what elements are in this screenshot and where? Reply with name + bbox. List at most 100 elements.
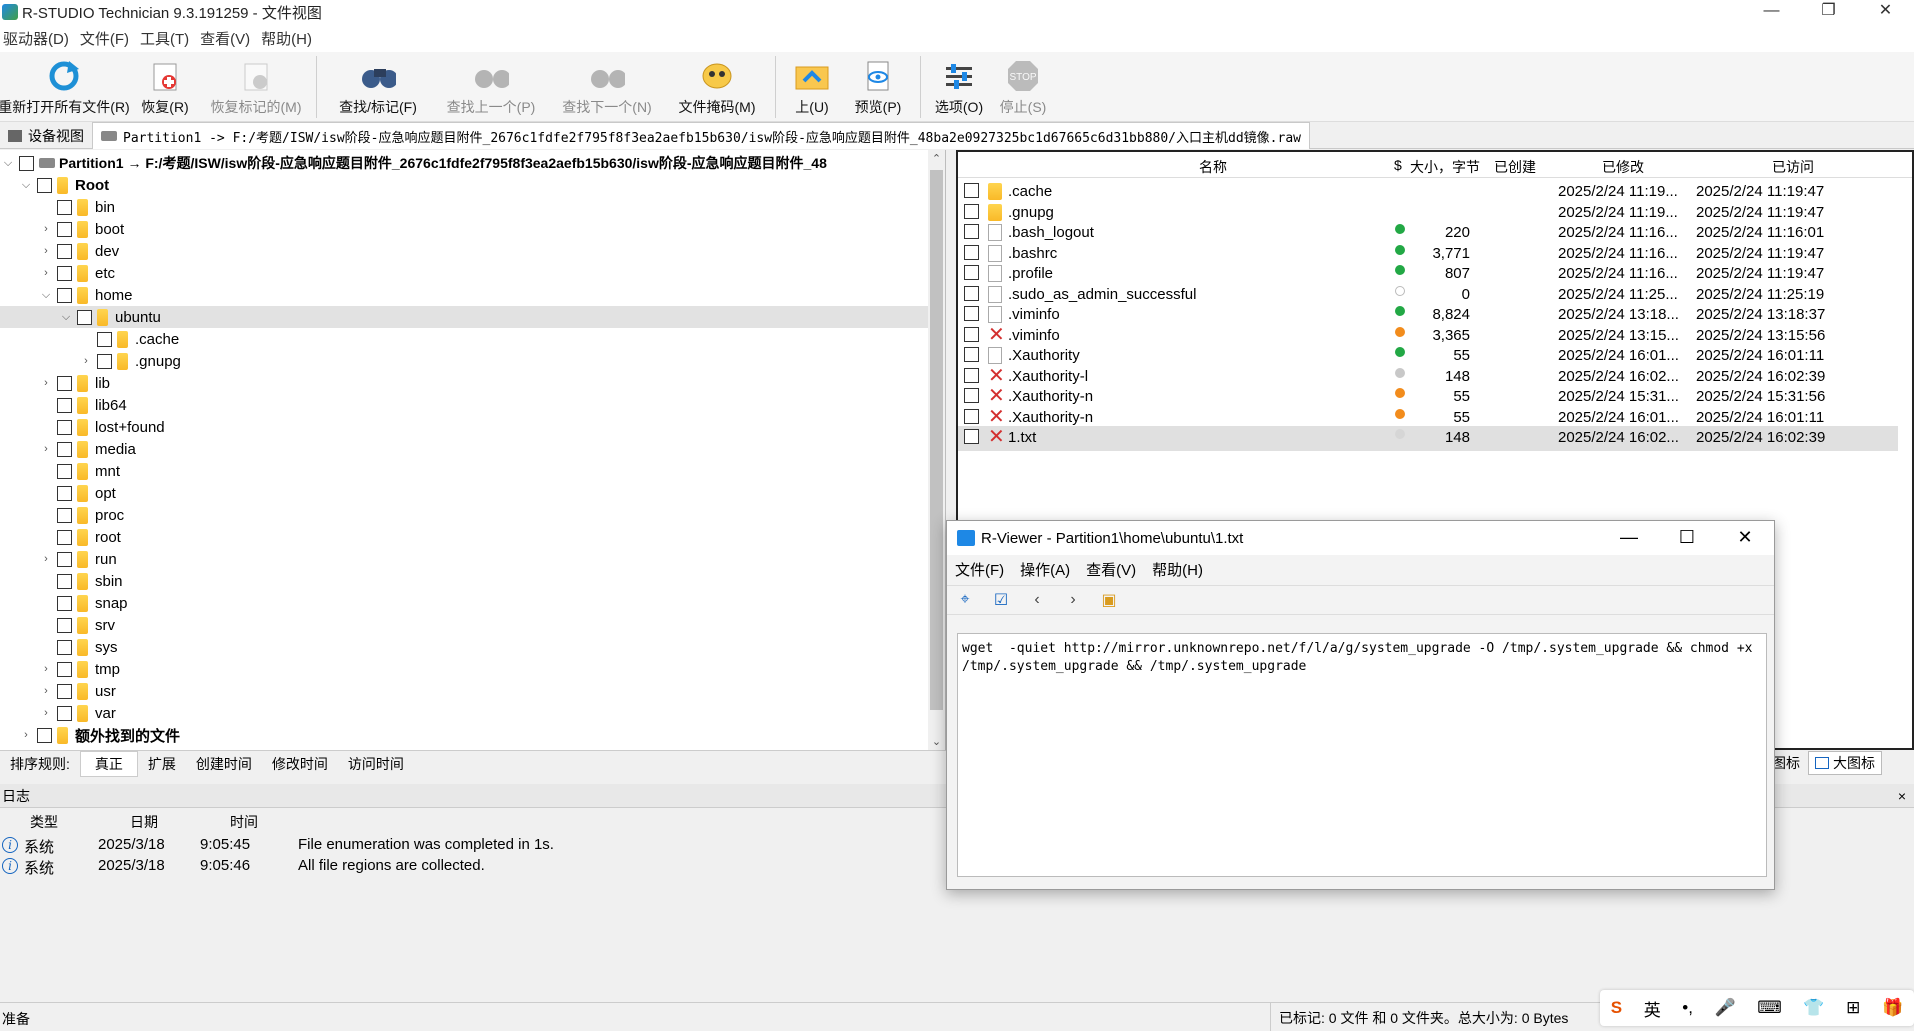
expand-icon[interactable]: › bbox=[38, 377, 54, 389]
tree-item-gnupg[interactable]: › .gnupg bbox=[0, 350, 928, 372]
checkbox[interactable] bbox=[964, 224, 979, 239]
tree-item-var[interactable]: › var bbox=[0, 702, 928, 724]
file-mask-button[interactable]: 文件掩码(M) bbox=[665, 52, 769, 122]
tree-item-mnt[interactable]: mnt bbox=[0, 460, 928, 482]
checkbox[interactable] bbox=[57, 375, 72, 391]
minimize-button[interactable]: — bbox=[1743, 0, 1800, 24]
tree-item-boot[interactable]: › boot bbox=[0, 218, 928, 240]
log-col-date[interactable]: 日期 bbox=[130, 812, 158, 832]
back-icon[interactable]: ‹ bbox=[1019, 591, 1055, 609]
checkbox[interactable] bbox=[964, 203, 979, 219]
checkbox[interactable] bbox=[964, 265, 979, 280]
checkbox[interactable] bbox=[57, 639, 72, 655]
large-icons-button[interactable]: 大图标 bbox=[1808, 751, 1882, 775]
menu-tools[interactable]: 工具(T) bbox=[137, 28, 197, 49]
checkbox[interactable] bbox=[77, 309, 92, 325]
find-mark-button[interactable]: 查找/标记(F) bbox=[323, 52, 433, 122]
col-created[interactable]: 已创建 bbox=[1494, 157, 1536, 177]
reopen-all-button[interactable]: 重新打开所有文件(R) bbox=[0, 52, 130, 122]
tree-item-root[interactable]: ⌵ Root bbox=[0, 174, 928, 196]
expand-icon[interactable]: › bbox=[38, 663, 54, 675]
keyboard-icon[interactable]: ⌨ bbox=[1757, 998, 1782, 1018]
tree-item-lib64[interactable]: lib64 bbox=[0, 394, 928, 416]
tree-item-snap[interactable]: snap bbox=[0, 592, 928, 614]
checkbox[interactable] bbox=[37, 727, 52, 743]
tree-item-bin[interactable]: bin bbox=[0, 196, 928, 218]
checkbox[interactable] bbox=[57, 397, 72, 413]
viewer-menu-file[interactable]: 文件(F) bbox=[947, 559, 1012, 580]
checkbox[interactable] bbox=[57, 463, 72, 479]
tab-partition[interactable]: Partition1 -> F:/考题/ISW/isw阶段-应急响应题目附件_2… bbox=[92, 122, 1310, 149]
col-accessed[interactable]: 已访问 bbox=[1772, 157, 1814, 177]
microphone-icon[interactable]: 🎤 bbox=[1715, 998, 1736, 1018]
checkbox[interactable] bbox=[97, 353, 112, 369]
expand-icon[interactable]: › bbox=[38, 245, 54, 257]
sort-option-created[interactable]: 创建时间 bbox=[186, 754, 262, 774]
options-button[interactable]: 选项(O) bbox=[927, 52, 991, 122]
log-row[interactable]: i 系统 2025/3/18 9:05:45 File enumeration … bbox=[0, 836, 946, 856]
checkbox[interactable] bbox=[964, 244, 979, 260]
check-icon[interactable]: ☑ bbox=[983, 590, 1019, 610]
checkbox[interactable] bbox=[19, 155, 34, 171]
tree-item-sys[interactable]: sys bbox=[0, 636, 928, 658]
menu-view[interactable]: 查看(V) bbox=[197, 28, 258, 49]
viewer-menu-help[interactable]: 帮助(H) bbox=[1144, 559, 1211, 580]
checkbox[interactable] bbox=[57, 265, 72, 281]
sort-option-extension[interactable]: 扩展 bbox=[138, 754, 186, 774]
checkbox[interactable] bbox=[57, 287, 72, 303]
log-close-button[interactable]: × bbox=[1898, 788, 1906, 804]
checkbox[interactable] bbox=[57, 419, 72, 435]
checkbox[interactable] bbox=[57, 617, 72, 633]
tree-scrollbar[interactable]: ⌃ ⌄ bbox=[928, 150, 945, 750]
tree-item-media[interactable]: › media bbox=[0, 438, 928, 460]
expand-icon[interactable]: › bbox=[38, 223, 54, 235]
tree-item-sbin[interactable]: sbin bbox=[0, 570, 928, 592]
tree-item-proc[interactable]: proc bbox=[0, 504, 928, 526]
tree-item-lib[interactable]: › lib bbox=[0, 372, 928, 394]
stop-button[interactable]: STOP 停止(S) bbox=[991, 52, 1055, 122]
recover-button[interactable]: 恢复(R) bbox=[128, 52, 202, 122]
checkbox[interactable] bbox=[57, 441, 72, 457]
checkbox[interactable] bbox=[57, 507, 72, 523]
tree-item-cache[interactable]: .cache bbox=[0, 328, 928, 350]
viewer-maximize-button[interactable]: ☐ bbox=[1658, 521, 1716, 553]
checkbox[interactable] bbox=[97, 331, 112, 347]
checkbox[interactable] bbox=[57, 221, 72, 237]
up-button[interactable]: 上(U) bbox=[782, 52, 842, 122]
sort-option-accessed[interactable]: 访问时间 bbox=[338, 754, 414, 774]
checkbox[interactable] bbox=[57, 595, 72, 611]
viewer-menu-view[interactable]: 查看(V) bbox=[1078, 559, 1144, 580]
ime-language-toggle[interactable]: 英 bbox=[1644, 996, 1661, 1021]
open-folder-icon[interactable]: ▣ bbox=[1091, 590, 1127, 610]
checkbox[interactable] bbox=[57, 573, 72, 589]
expand-icon[interactable]: › bbox=[78, 355, 94, 367]
log-col-time[interactable]: 时间 bbox=[230, 812, 258, 832]
viewer-minimize-button[interactable]: — bbox=[1600, 521, 1658, 553]
col-size[interactable]: 大小，字节 bbox=[1410, 157, 1480, 177]
expand-icon[interactable]: › bbox=[18, 729, 34, 741]
tree-root-partition[interactable]: ⌵ Partition1 → F:/考题/ISW/isw阶段-应急响应题目附件_… bbox=[0, 152, 928, 174]
checkbox[interactable] bbox=[964, 388, 979, 403]
tree-item-opt[interactable]: opt bbox=[0, 482, 928, 504]
scroll-down-icon[interactable]: ⌄ bbox=[928, 735, 945, 748]
checkbox[interactable] bbox=[57, 485, 72, 501]
sort-option-modified[interactable]: 修改时间 bbox=[262, 754, 338, 774]
checkbox[interactable] bbox=[964, 326, 979, 342]
tree-item-tmp[interactable]: › tmp bbox=[0, 658, 928, 680]
viewer-close-button[interactable]: ✕ bbox=[1716, 521, 1774, 553]
scrollbar-thumb[interactable] bbox=[930, 170, 943, 710]
expand-icon[interactable]: › bbox=[38, 685, 54, 697]
checkbox[interactable] bbox=[57, 705, 72, 721]
expand-icon[interactable]: › bbox=[38, 267, 54, 279]
log-col-type[interactable]: 类型 bbox=[30, 812, 58, 832]
menu-file[interactable]: 文件(F) bbox=[77, 28, 137, 49]
viewer-menu-action[interactable]: 操作(A) bbox=[1012, 559, 1078, 580]
checkbox[interactable] bbox=[964, 183, 979, 198]
gift-icon[interactable]: 🎁 bbox=[1882, 998, 1903, 1018]
tree-item-dev[interactable]: › dev bbox=[0, 240, 928, 262]
ime-punctuation-toggle[interactable]: •, bbox=[1682, 998, 1693, 1018]
checkbox[interactable] bbox=[964, 306, 979, 321]
checkbox[interactable] bbox=[57, 243, 72, 259]
menu-drive[interactable]: 驱动器(D) bbox=[0, 28, 77, 49]
viewer-text-content[interactable]: wget -quiet http://mirror.unknownrepo.ne… bbox=[957, 633, 1767, 877]
